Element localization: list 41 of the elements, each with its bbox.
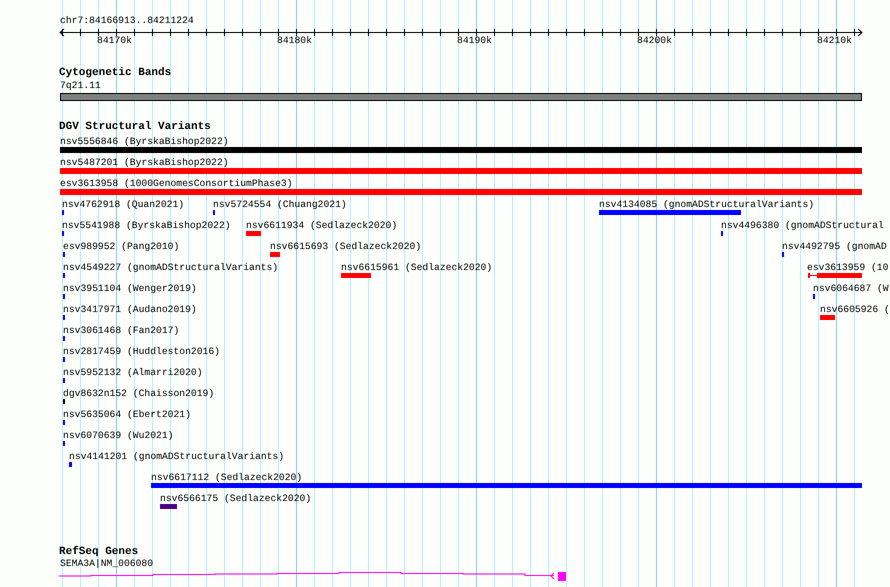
band-label: 7q21.11 <box>60 80 101 91</box>
track-title: RefSeq Genes <box>59 546 138 559</box>
variant-label[interactable]: nsv5556846 (ByrskaBishop2022) <box>60 136 229 147</box>
variant-bar[interactable] <box>808 273 862 278</box>
variant-label[interactable]: nsv6611934 (Sedlazeck2020) <box>246 220 398 231</box>
variant-label[interactable]: esv3613959 (10 <box>807 262 888 273</box>
gene-label: SEMA3A|NM_006080 <box>60 558 154 569</box>
variant-label[interactable]: nsv6566175 (Sedlazeck2020) <box>160 493 312 504</box>
variant-label[interactable]: nsv4762918 (Quan2021) <box>62 199 184 210</box>
variant-label[interactable]: nsv5635064 (Ebert2021) <box>63 409 191 420</box>
region-label: chr7:84166913..84211224 <box>60 15 194 26</box>
variant-label[interactable]: nsv5952132 (Almarri2020) <box>63 367 203 378</box>
variant-label[interactable]: nsv6615693 (Sedlazeck2020) <box>270 241 422 252</box>
variant-label[interactable]: nsv3061468 (Fan2017) <box>63 325 180 336</box>
variant-label[interactable]: dgv8632n152 (Chaisson2019) <box>63 388 214 399</box>
gene-model-drawing[interactable] <box>59 571 567 582</box>
ruler-tick-label: 84200k <box>637 35 672 46</box>
variant-label[interactable]: nsv4492795 (gnomAD <box>782 241 887 252</box>
variant-label[interactable]: nsv4496380 (gnomADStructural <box>721 220 884 231</box>
variant-label[interactable]: nsv6605926 ( <box>820 304 890 315</box>
variant-label[interactable]: nsv2817459 (Huddleston2016) <box>63 346 220 357</box>
variant-label[interactable]: nsv4549227 (gnomADStructuralVariants) <box>63 262 278 273</box>
variant-label[interactable]: nsv5487201 (ByrskaBishop2022) <box>60 157 229 168</box>
variant-label[interactable]: nsv6615961 (Sedlazeck2020) <box>341 262 492 273</box>
ruler-tick-label: 84210k <box>817 35 852 46</box>
variant-label[interactable]: nsv5541988 (ByrskaBishop2022) <box>62 220 231 231</box>
variant-label[interactable]: nsv5724554 (Chuang2021) <box>213 199 347 210</box>
variant-label[interactable]: nsv4134085 (gnomADStructuralVariants) <box>599 199 814 210</box>
track-title: DGV Structural Variants <box>59 121 211 134</box>
variant-label[interactable]: esv989952 (Pang2010) <box>63 241 180 252</box>
variant-label[interactable]: esv3613958 (1000GenomesConsortiumPhase3) <box>60 178 293 189</box>
variant-label[interactable]: nsv6070639 (Wu2021) <box>63 430 174 441</box>
track-title: Cytogenetic Bands <box>59 67 172 80</box>
variant-label[interactable]: nsv6617112 (Sedlazeck2020) <box>151 472 302 483</box>
ruler-tick-label: 84180k <box>277 35 312 46</box>
variant-label[interactable]: nsv4141201 (gnomADStructuralVariants) <box>69 451 284 462</box>
ruler-tick-label: 84190k <box>457 35 492 46</box>
variant-label[interactable]: nsv3417971 (Audano2019) <box>63 304 197 315</box>
ruler-tick-label: 84170k <box>97 35 132 46</box>
variant-label[interactable]: nsv6064687 (W <box>813 283 889 294</box>
variant-label[interactable]: nsv3951104 (Wenger2019) <box>63 283 197 294</box>
